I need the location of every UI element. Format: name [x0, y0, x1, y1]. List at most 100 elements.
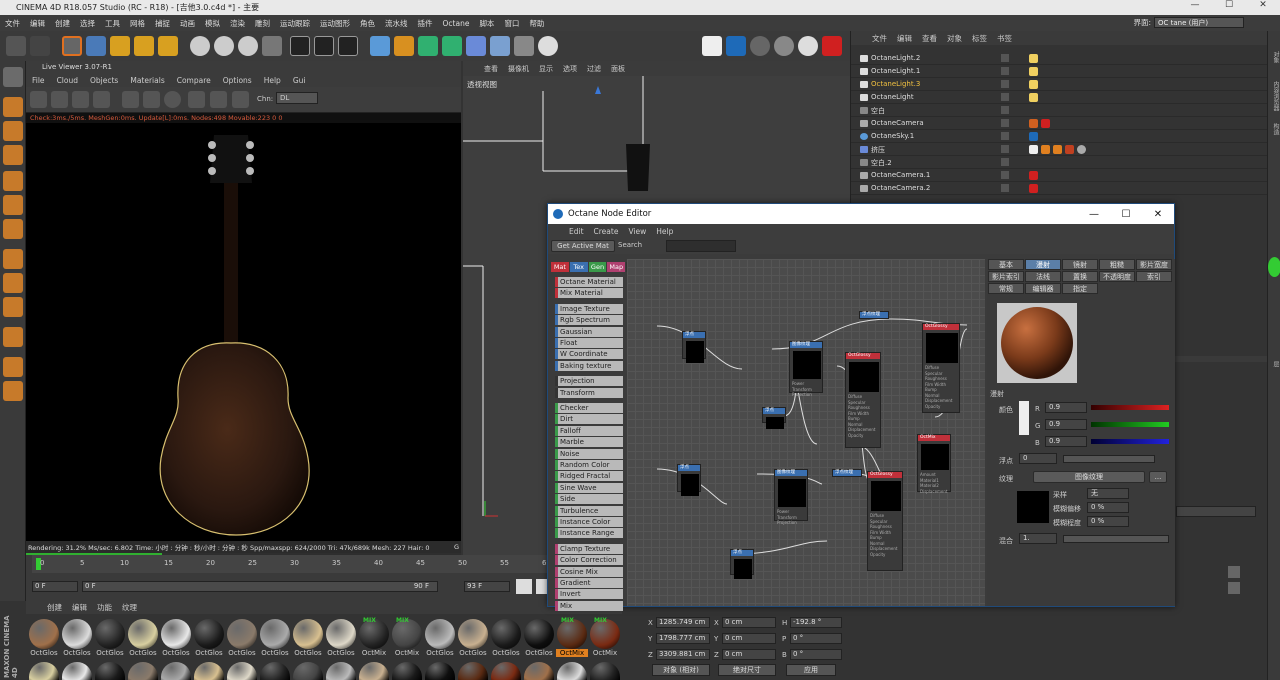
menu-render[interactable]: 渲染 — [225, 18, 250, 29]
material-tag-icon[interactable] — [1077, 145, 1086, 154]
size-z-field[interactable]: 0 cm — [722, 649, 776, 660]
environment-tag-icon[interactable] — [1029, 132, 1038, 141]
node-list-item[interactable]: Turbulence — [555, 505, 623, 516]
light-tag-icon[interactable] — [1029, 67, 1038, 76]
menu-mesh[interactable]: 网格 — [125, 18, 150, 29]
node-mix[interactable]: OctMix AmountMaterial1Material2Displaceme… — [917, 434, 951, 494]
material-ball-icon[interactable] — [557, 662, 587, 680]
om-menu-view[interactable]: 查看 — [917, 33, 942, 44]
vp-menu-view[interactable]: 查看 — [479, 64, 503, 74]
material-ball-icon[interactable] — [62, 662, 92, 680]
r-slider[interactable] — [1091, 405, 1169, 410]
lv-menu-objects[interactable]: Objects — [84, 76, 124, 85]
light-tag-icon[interactable] — [1029, 54, 1038, 63]
property-tab[interactable]: 编辑器 — [1025, 283, 1061, 294]
size-x-field[interactable]: 0 cm — [722, 617, 776, 628]
workplane-icon[interactable] — [3, 145, 23, 165]
material-ball-icon[interactable] — [491, 619, 521, 649]
node-float[interactable]: 浮点 — [677, 464, 701, 496]
white-balance-icon[interactable] — [210, 91, 227, 108]
object-row[interactable]: OctaneLight.2 — [851, 52, 1268, 65]
timeline-ruler[interactable]: 0 5 10 15 20 25 30 35 40 45 50 55 60 — [32, 555, 616, 573]
octane-settings-icon[interactable] — [726, 36, 746, 56]
edit-mode-icon[interactable] — [3, 67, 23, 87]
go-start-icon[interactable] — [516, 579, 532, 594]
material-ball-icon[interactable] — [161, 662, 191, 680]
node-list-item[interactable]: Baking texture — [555, 360, 623, 371]
property-tab[interactable]: 索引 — [1136, 271, 1172, 282]
menu-pipeline[interactable]: 流水线 — [380, 18, 413, 29]
pin-icon[interactable] — [232, 91, 249, 108]
x-axis-icon[interactable] — [190, 36, 210, 56]
solo-icon[interactable] — [3, 381, 23, 401]
node-list-item[interactable]: Float — [555, 338, 623, 348]
select-icon[interactable] — [62, 36, 82, 56]
node-pin[interactable]: Projection — [777, 520, 797, 526]
tab-layers[interactable]: 层 — [1269, 361, 1280, 367]
ne-maximize-button[interactable]: ☐ — [1110, 209, 1142, 220]
object-row[interactable]: OctaneCamera.1 — [851, 169, 1268, 182]
model-mode-icon[interactable] — [3, 97, 23, 117]
material-ball-icon[interactable] — [425, 662, 455, 680]
node-list-item[interactable]: Random Color — [555, 460, 623, 470]
lv-menu-gui[interactable]: Gui — [287, 76, 312, 85]
visibility-dots-icon[interactable] — [1001, 80, 1009, 88]
node-glossy[interactable]: OctGlossy Diffuse Specular Roughness Film Wi… — [922, 323, 960, 413]
material-ball-icon[interactable]: MIX — [557, 617, 587, 649]
current-frame-slider[interactable]: 0 F 90 F — [82, 581, 438, 592]
ne-minimize-button[interactable]: — — [1078, 209, 1110, 220]
vp-menu-panel[interactable]: 面板 — [606, 64, 630, 74]
material-ball-icon[interactable] — [326, 619, 356, 649]
vp-menu-camera[interactable]: 摄像机 — [503, 64, 534, 74]
property-tab[interactable]: 影片宽度 — [1136, 259, 1172, 270]
om-menu-bookmarks[interactable]: 书签 — [992, 33, 1017, 44]
node-list-item[interactable]: Checker — [555, 403, 623, 413]
material-ball-icon[interactable] — [194, 619, 224, 649]
material-ball-icon[interactable] — [293, 619, 323, 649]
node-list-item[interactable]: Gaussian Spectrum — [555, 326, 623, 346]
material-ball-icon[interactable]: MIX — [392, 617, 422, 649]
sample-select[interactable]: 无 — [1087, 488, 1129, 499]
channel-select[interactable]: DL — [276, 92, 318, 104]
node-float[interactable]: 浮点 — [682, 331, 706, 363]
pos-z-field[interactable]: 3309.881 cm — [656, 649, 710, 660]
object-row[interactable]: OctaneCamera — [851, 117, 1268, 130]
menu-plugins[interactable]: 插件 — [413, 18, 438, 29]
pen-icon[interactable] — [394, 36, 414, 56]
property-tab[interactable]: 基本 — [988, 259, 1024, 270]
menu-file[interactable]: 文件 — [0, 18, 25, 29]
node-float[interactable]: 浮点 — [762, 407, 786, 429]
vp-menu-filter[interactable]: 过滤 — [582, 64, 606, 74]
restart-icon[interactable] — [51, 91, 68, 108]
object-row[interactable]: OctaneCamera.2 — [851, 182, 1268, 195]
texture-more-button[interactable]: ... — [1149, 471, 1167, 483]
mm-menu-edit[interactable]: 编辑 — [67, 602, 92, 613]
visibility-dots-icon[interactable] — [1001, 145, 1009, 153]
node-list-item[interactable]: Color Correction — [555, 555, 623, 566]
material-ball-icon[interactable] — [128, 619, 158, 649]
node-pin[interactable]: Displacement — [848, 427, 876, 433]
node-list-item[interactable]: Instance Color — [555, 517, 623, 527]
property-tab[interactable]: 镜射 — [1062, 259, 1098, 270]
node-list-item[interactable]: Instance Range — [555, 528, 623, 539]
node-list-item[interactable]: Marble — [555, 437, 623, 448]
om-menu-tags[interactable]: 标签 — [967, 33, 992, 44]
g-value-field[interactable]: 0.9 — [1045, 419, 1087, 430]
magnet-icon[interactable] — [3, 327, 23, 347]
material-ball-icon[interactable] — [128, 662, 158, 680]
visibility-dots-icon[interactable] — [1001, 132, 1009, 140]
lock-icon[interactable] — [143, 91, 160, 108]
texture-mode-icon[interactable] — [3, 121, 23, 141]
focus-picker-icon[interactable] — [188, 91, 205, 108]
node-list-item[interactable]: Noise — [555, 448, 623, 459]
cube-icon[interactable] — [370, 36, 390, 56]
y-axis-icon[interactable] — [214, 36, 234, 56]
category-tab-tex[interactable]: Tex — [569, 262, 588, 272]
node-float[interactable]: 浮点 — [730, 549, 754, 579]
apply-button[interactable]: 应用 — [786, 664, 836, 676]
visibility-dots-icon[interactable] — [1001, 93, 1009, 101]
texture-button[interactable]: 图像纹理 — [1033, 471, 1145, 483]
property-tab[interactable]: 漫射 — [1025, 259, 1061, 270]
menu-simulate[interactable]: 模拟 — [200, 18, 225, 29]
property-tab[interactable]: 常规 — [988, 283, 1024, 294]
